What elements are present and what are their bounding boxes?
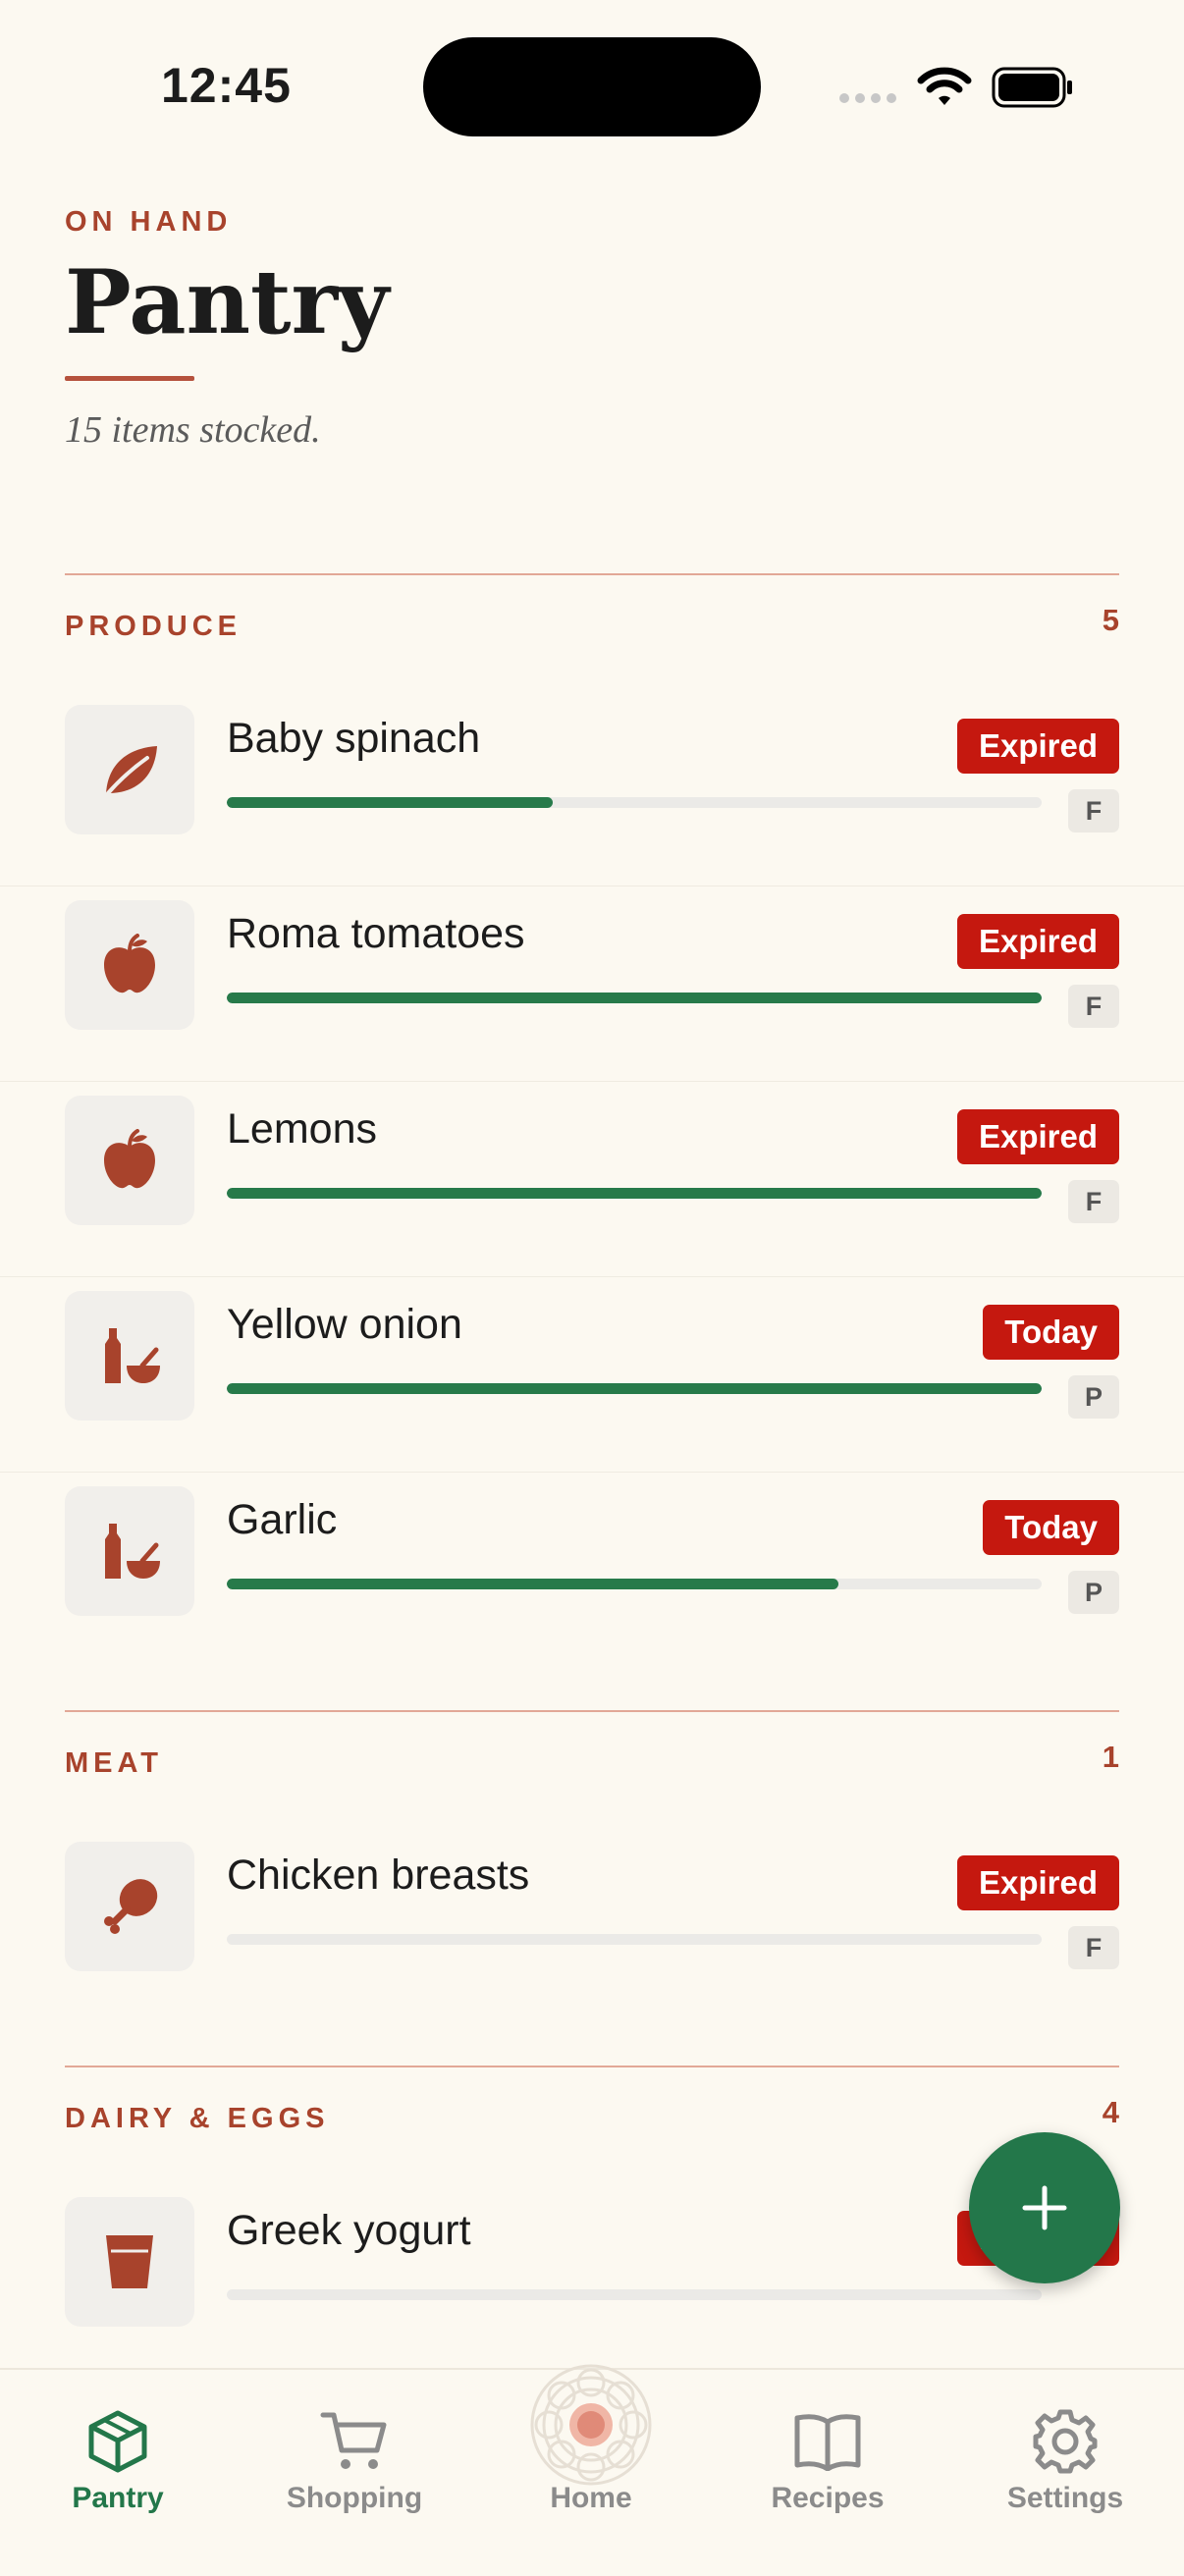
item-name: Greek yogurt	[227, 2207, 471, 2254]
expiry-badge: Today	[983, 1500, 1119, 1555]
tab-pantry[interactable]: Pantry	[20, 2407, 216, 2515]
expiry-badge: Expired	[956, 1109, 1119, 1164]
box-icon	[20, 2407, 216, 2476]
storage-tag: F	[1068, 1926, 1119, 1969]
leaf-icon	[65, 705, 194, 834]
pantry-list: PRODUCE 5 Baby spinach Expired F Roma to…	[0, 573, 1184, 2378]
quantity-bar	[227, 1579, 1042, 1589]
tab-label: Home	[550, 2482, 632, 2514]
item-name: Chicken breasts	[227, 1852, 530, 1899]
storage-tag: F	[1068, 1180, 1119, 1223]
cart-icon	[256, 2407, 453, 2476]
item-name: Roma tomatoes	[227, 910, 525, 957]
section-header: DAIRY & EGGS 4	[65, 2066, 1119, 2183]
expiry-badge: Expired	[956, 1855, 1119, 1910]
item-name: Yellow onion	[227, 1301, 462, 1348]
tab-label: Pantry	[72, 2482, 164, 2514]
quantity-bar-fill	[227, 1188, 1042, 1199]
tab-label: Settings	[1006, 2482, 1124, 2514]
section-header: PRODUCE 5	[65, 573, 1119, 691]
list-item[interactable]: Lemons Expired F	[0, 1082, 1184, 1277]
section-count: 4	[1102, 2095, 1119, 2129]
apple-icon	[65, 900, 194, 1030]
tab-label: Recipes	[771, 2482, 885, 2514]
dynamic-island	[423, 37, 761, 136]
quantity-bar	[227, 993, 1042, 1003]
battery-icon	[992, 67, 1072, 108]
section-label: PRODUCE	[65, 611, 242, 642]
apple-icon	[65, 1096, 194, 1225]
cup-icon	[65, 2197, 194, 2327]
page-eyebrow: ON HAND	[65, 206, 233, 238]
quantity-bar-fill	[227, 993, 1042, 1003]
list-item[interactable]: Roma tomatoes Expired F	[0, 886, 1184, 1082]
section-count: 1	[1102, 1740, 1119, 1774]
add-item-button[interactable]	[969, 2132, 1120, 2283]
quantity-bar	[227, 1188, 1042, 1199]
quantity-bar	[227, 797, 1042, 808]
plus-icon	[1022, 2185, 1067, 2230]
bottle-bowl-icon	[65, 1291, 194, 1421]
mandala-icon	[493, 2364, 689, 2486]
book-icon	[729, 2407, 926, 2476]
drumstick-icon	[65, 1842, 194, 1971]
tab-recipes[interactable]: Recipes	[729, 2407, 926, 2515]
section-produce: PRODUCE 5 Baby spinach Expired F Roma to…	[0, 573, 1184, 1667]
item-name: Baby spinach	[227, 715, 481, 762]
list-item[interactable]: Baby spinach Expired F	[0, 691, 1184, 886]
gear-icon	[967, 2407, 1163, 2476]
quantity-bar-fill	[227, 1383, 1042, 1394]
page-header: ON HAND Pantry 15 items stocked.	[65, 206, 1119, 452]
title-underline	[65, 376, 194, 381]
quantity-bar	[227, 1383, 1042, 1394]
expiry-badge: Expired	[956, 719, 1119, 774]
bottle-bowl-icon	[65, 1486, 194, 1616]
storage-tag: F	[1068, 789, 1119, 832]
list-item[interactable]: Garlic Today P	[0, 1473, 1184, 1667]
cellular-signal-icon	[839, 93, 896, 103]
section-label: MEAT	[65, 1747, 164, 1779]
section-meat: MEAT 1 Chicken breasts Expired F	[0, 1710, 1184, 2022]
storage-tag: F	[1068, 985, 1119, 1028]
status-bar: 12:45	[0, 0, 1184, 177]
quantity-bar-fill	[227, 1579, 838, 1589]
storage-tag: P	[1068, 1375, 1119, 1419]
page-title: Pantry	[65, 250, 390, 354]
item-name: Garlic	[227, 1496, 338, 1543]
tab-settings[interactable]: Settings	[967, 2407, 1163, 2515]
section-label: DAIRY & EGGS	[65, 2103, 330, 2134]
quantity-bar-fill	[227, 797, 553, 808]
section-count: 5	[1102, 603, 1119, 637]
items-count-subtitle: 15 items stocked.	[65, 409, 321, 451]
expiry-badge: Expired	[956, 914, 1119, 969]
quantity-bar	[227, 2289, 1042, 2300]
list-item[interactable]: Chicken breasts Expired F	[0, 1828, 1184, 2022]
section-header: MEAT 1	[65, 1710, 1119, 1828]
tab-shopping[interactable]: Shopping	[256, 2407, 453, 2515]
tab-home[interactable]: Home	[493, 2364, 689, 2515]
status-time: 12:45	[161, 58, 292, 113]
tab-bar: Pantry Shopping Home Recipes Settings	[0, 2364, 1184, 2576]
item-name: Lemons	[227, 1105, 377, 1153]
wifi-icon	[917, 67, 972, 105]
list-item[interactable]: Yellow onion Today P	[0, 1277, 1184, 1473]
quantity-bar	[227, 1934, 1042, 1945]
storage-tag: P	[1068, 1571, 1119, 1614]
expiry-badge: Today	[983, 1305, 1119, 1360]
tab-label: Shopping	[286, 2482, 423, 2514]
